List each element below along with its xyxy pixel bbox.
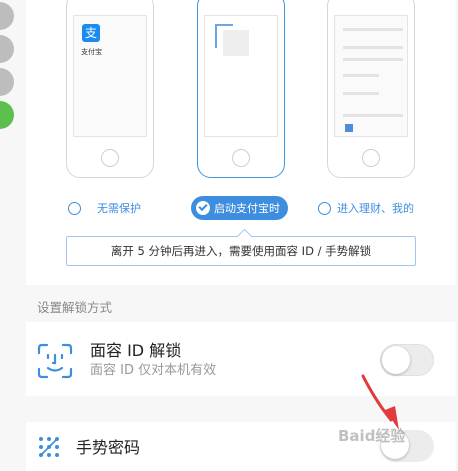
option-label: 启动支付宝时 [214, 202, 280, 215]
option-wealth-mine[interactable]: 进入理财、我的 [318, 196, 414, 220]
edge-circle [0, 35, 14, 63]
placeholder-line [343, 46, 403, 49]
red-arrow-icon [361, 374, 399, 430]
phone-preview-wealth-mine[interactable] [327, 0, 415, 178]
placeholder-line [343, 58, 403, 61]
home-button-icon [362, 149, 380, 167]
option-on-launch[interactable]: 启动支付宝时 [191, 196, 288, 220]
protection-panel: 支 支付宝 无需保护 启动支付宝时 进入理财、我的 离开 5 分钟后再进入，需要… [26, 0, 456, 285]
placeholder-line [343, 28, 403, 31]
alipay-logo-icon: 支 [82, 24, 100, 42]
placeholder-line [343, 114, 403, 117]
edge-circle [0, 68, 14, 96]
gesture-title: 手势密码 [76, 438, 141, 457]
tab-bar-active-icon [345, 124, 353, 132]
phone-preview-on-launch[interactable] [197, 0, 285, 178]
option-label: 进入理财、我的 [337, 202, 414, 215]
face-id-subtitle: 面容 ID 仅对本机有效 [90, 363, 217, 378]
face-id-title: 面容 ID 解锁 [90, 341, 182, 360]
face-id-icon [37, 343, 73, 379]
phone-preview-no-protection[interactable]: 支 支付宝 [66, 0, 154, 178]
alipay-app-name: 支付宝 [81, 48, 102, 56]
protection-tooltip: 离开 5 分钟后再进入，需要使用面容 ID / 手势解锁 [66, 236, 416, 266]
radio-icon [318, 201, 331, 215]
home-button-icon [232, 149, 250, 167]
check-icon [196, 201, 210, 215]
section-header: 设置解锁方式 [37, 300, 113, 315]
phone-screen: 支 支付宝 [73, 15, 147, 137]
option-label: 无需保护 [97, 202, 141, 215]
toggle-knob [382, 346, 410, 374]
gesture-dots-icon [39, 437, 59, 457]
edge-circle-green [0, 101, 14, 129]
edge-circle [0, 2, 14, 30]
phone-screen [204, 15, 278, 137]
option-no-protection[interactable]: 无需保护 [68, 196, 141, 220]
home-button-icon [101, 149, 119, 167]
phone-screen [334, 15, 408, 137]
placeholder-line [343, 92, 379, 95]
blurred-content [223, 30, 249, 56]
radio-icon [68, 201, 81, 215]
placeholder-line [343, 74, 379, 77]
page: 支 支付宝 无需保护 启动支付宝时 进入理财、我的 离开 5 分钟后再进入，需要… [0, 0, 458, 471]
